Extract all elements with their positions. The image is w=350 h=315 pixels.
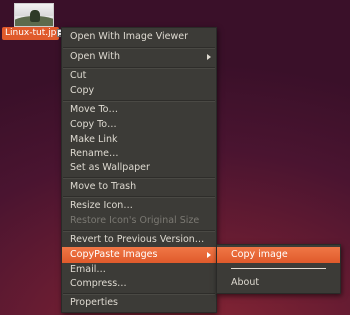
menu-item-copy[interactable]: Copy (62, 83, 216, 99)
menu-item-copy-to[interactable]: Copy To… (62, 117, 216, 133)
menu-item-open-with[interactable]: Open With (62, 49, 216, 65)
submenu-separator (231, 268, 326, 269)
menu-item-open-with-label: Open With (70, 51, 120, 62)
menu-item-copypaste-images[interactable]: CopyPaste Images (62, 247, 216, 263)
submenu-arrow-icon (207, 252, 211, 258)
copypaste-submenu: Copy image About (216, 244, 341, 294)
menu-item-revert-version[interactable]: Revert to Previous Version… (62, 232, 216, 248)
submenu-item-about[interactable]: About (217, 275, 340, 291)
menu-item-set-as-wallpaper[interactable]: Set as Wallpaper (62, 160, 216, 176)
menu-item-restore-icon-size: Restore Icon's Original Size (70, 215, 200, 226)
menu-item-move-to[interactable]: Move To… (62, 102, 216, 118)
file-name-label[interactable]: Linux-tut.jp (2, 27, 60, 40)
menu-item-resize-icon[interactable]: Resize Icon… (62, 198, 216, 214)
file-thumbnail-icon[interactable] (14, 3, 54, 27)
menu-item-copypaste-images-label: CopyPaste Images (70, 249, 158, 260)
menu-item-cut[interactable]: Cut (62, 68, 216, 84)
submenu-arrow-icon (207, 54, 211, 60)
menu-item-open-with-image-viewer[interactable]: Open With Image Viewer (62, 29, 216, 45)
menu-item-move-to-trash[interactable]: Move to Trash (62, 179, 216, 195)
menu-item-properties[interactable]: Properties (62, 295, 216, 311)
thumbnail-figure (30, 10, 40, 22)
menu-item-compress[interactable]: Compress… (62, 276, 216, 292)
context-menu: Open With Image Viewer Open With Cut Cop… (61, 27, 217, 313)
submenu-item-copy-image[interactable]: Copy image (217, 247, 340, 263)
